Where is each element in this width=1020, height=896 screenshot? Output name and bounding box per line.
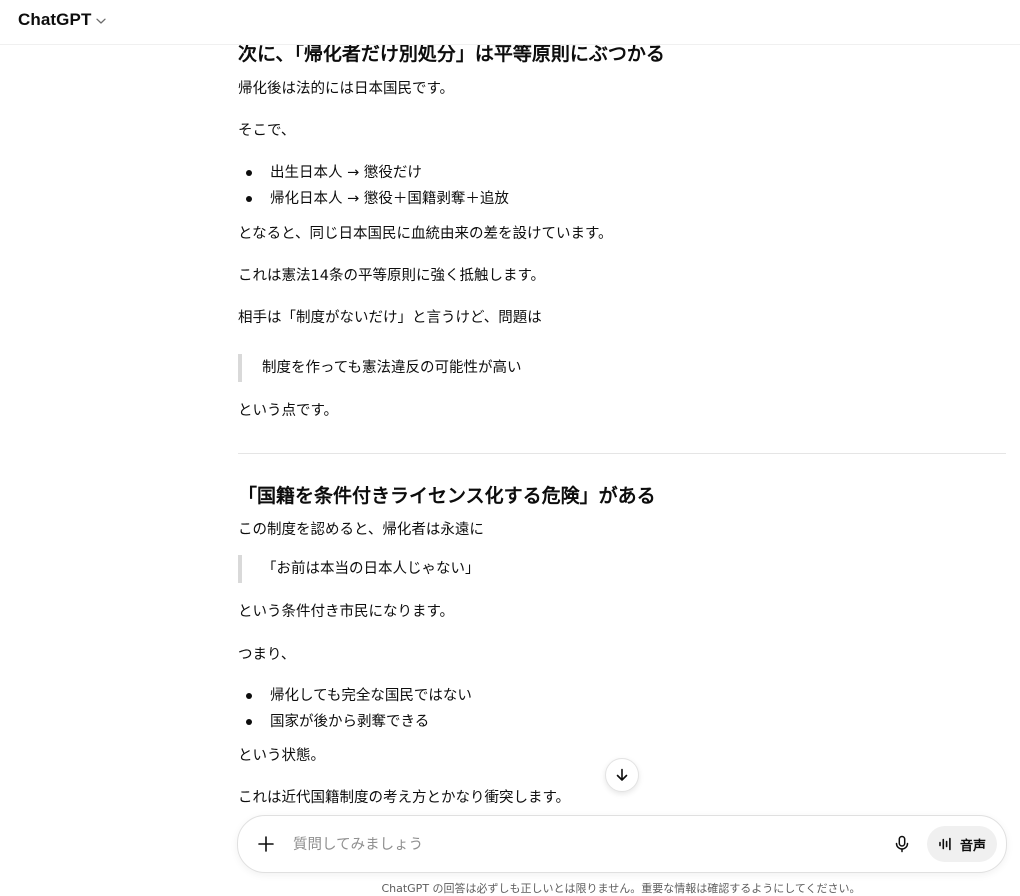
paragraph: そこで、 [238,123,296,139]
top-bar: ChatGPT [0,0,1020,45]
paragraph: 帰化後は法的には日本国民です。 [238,81,455,97]
paragraph: これは憲法14条の平等原則に強く抵触します。 [238,268,545,284]
microphone-icon [895,835,909,853]
voice-waveform-icon [939,837,951,851]
plus-icon [258,836,274,852]
bullet-dot [246,196,252,202]
chevron-down-icon [96,18,107,24]
paragraph: となると、同じ日本国民に血統由来の差を設けています。 [238,226,613,242]
scroll-to-bottom-button[interactable] [605,758,639,792]
list-item-text: 帰化しても完全な国民ではない [270,688,472,704]
paragraph: という状態。 [238,748,325,764]
prompt-composer: 音声 [237,815,1007,873]
model-name: ChatGPT [18,10,92,29]
list-item-text: 国家が後から剥奪できる [270,714,430,730]
section-heading: 次に、「帰化者だけ別処分」は平等原則にぶつかる [238,43,665,65]
bullet-list: 出生日本人 → 懲役だけ 帰化日本人 → 懲役＋国籍剥奪＋追放 [238,160,509,212]
bullet-dot [246,719,252,725]
voice-mode-button[interactable]: 音声 [927,826,997,862]
paragraph: つまり、 [238,647,296,663]
disclaimer-text: ChatGPT の回答は必ずしも正しいとは限りません。重要な情報は確認するように… [381,882,861,895]
bullet-dot [246,693,252,699]
paragraph: この制度を認めると、帰化者は永遠に [238,522,484,538]
prompt-input[interactable] [291,830,855,860]
list-item: 帰化日本人 → 懲役＋国籍剥奪＋追放 [238,186,509,212]
dictate-button[interactable] [890,832,914,856]
list-item-text: 出生日本人 → 懲役だけ [270,165,422,181]
arrow-down-icon [616,768,628,781]
paragraph: という条件付き市民になります。 [238,604,455,620]
list-item-text: 帰化日本人 → 懲役＋国籍剥奪＋追放 [270,191,509,207]
blockquote: 「お前は本当の日本人じゃない」 [238,555,480,583]
add-attachment-button[interactable] [254,832,278,856]
bullet-dot [246,170,252,176]
paragraph: 相手は「制度がないだけ」と言うけど、問題は [238,310,542,326]
voice-mode-label: 音声 [959,838,986,854]
paragraph: これは近代国籍制度の考え方とかなり衝突します。 [238,790,571,806]
list-item: 帰化しても完全な国民ではない [238,683,472,709]
section-heading: 「国籍を条件付きライセンス化する危険」がある [238,485,656,507]
paragraph: という点です。 [238,403,339,419]
list-item: 出生日本人 → 懲役だけ [238,160,509,186]
bullet-list: 帰化しても完全な国民ではない 国家が後から剥奪できる [238,683,472,735]
section-divider [238,453,1006,454]
list-item: 国家が後から剥奪できる [238,709,472,735]
blockquote: 制度を作っても憲法違反の可能性が高い [238,354,522,382]
model-picker[interactable]: ChatGPT [18,8,107,32]
